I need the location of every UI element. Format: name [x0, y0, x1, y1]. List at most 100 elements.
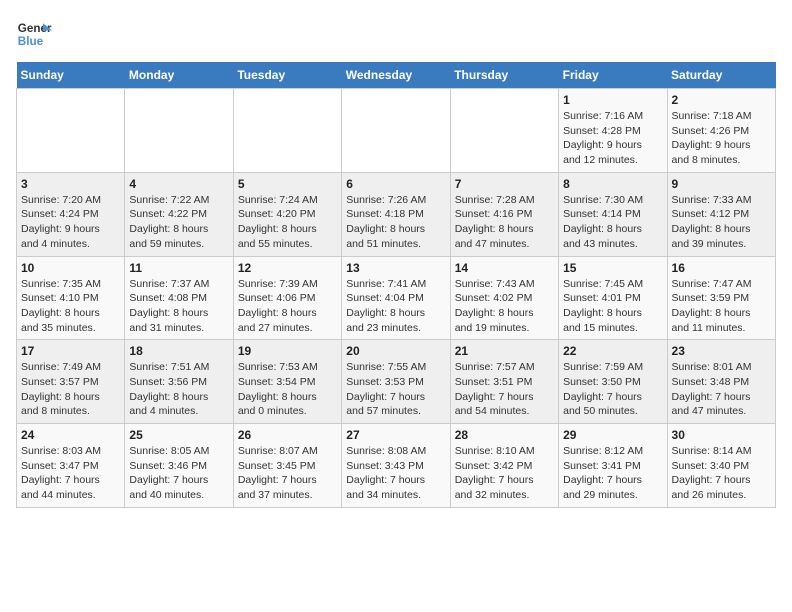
calendar-cell: 13 Sunrise: 7:41 AM Sunset: 4:04 PM Dayli… — [342, 256, 450, 340]
calendar-cell: 27 Sunrise: 8:08 AM Sunset: 3:43 PM Dayli… — [342, 424, 450, 508]
day-info: Sunrise: 8:01 AM Sunset: 3:48 PM Dayligh… — [672, 360, 771, 419]
calendar-cell: 28Sunrise: 8:10 AM Sunset: 3:42 PM Dayli… — [450, 424, 558, 508]
day-info: Sunrise: 7:37 AM Sunset: 4:08 PM Dayligh… — [129, 277, 228, 336]
day-info: Sunrise: 7:28 AM Sunset: 4:16 PM Dayligh… — [455, 193, 554, 252]
day-info: Sunrise: 7:26 AM Sunset: 4:18 PM Dayligh… — [346, 193, 445, 252]
calendar-table: SundayMondayTuesdayWednesdayThursdayFrid… — [16, 62, 776, 508]
calendar-cell: 25Sunrise: 8:05 AM Sunset: 3:46 PM Dayli… — [125, 424, 233, 508]
day-info: Sunrise: 7:24 AM Sunset: 4:20 PM Dayligh… — [238, 193, 337, 252]
week-row-4: 17Sunrise: 7:49 AM Sunset: 3:57 PM Dayli… — [17, 340, 776, 424]
day-number: 8 — [563, 177, 662, 191]
calendar-cell: 17Sunrise: 7:49 AM Sunset: 3:57 PM Dayli… — [17, 340, 125, 424]
day-number: 13 — [346, 261, 445, 275]
day-info: Sunrise: 8:10 AM Sunset: 3:42 PM Dayligh… — [455, 444, 554, 503]
day-number: 25 — [129, 428, 228, 442]
day-info: Sunrise: 7:57 AM Sunset: 3:51 PM Dayligh… — [455, 360, 554, 419]
calendar-cell: 9 Sunrise: 7:33 AM Sunset: 4:12 PM Daylig… — [667, 172, 775, 256]
day-header-sunday: Sunday — [17, 62, 125, 89]
calendar-cell: 12Sunrise: 7:39 AM Sunset: 4:06 PM Dayli… — [233, 256, 341, 340]
day-number: 11 — [129, 261, 228, 275]
day-header-friday: Friday — [559, 62, 667, 89]
day-number: 14 — [455, 261, 554, 275]
header-row: SundayMondayTuesdayWednesdayThursdayFrid… — [17, 62, 776, 89]
day-info: Sunrise: 7:49 AM Sunset: 3:57 PM Dayligh… — [21, 360, 120, 419]
week-row-1: 1 Sunrise: 7:16 AM Sunset: 4:28 PM Daylig… — [17, 89, 776, 173]
day-header-monday: Monday — [125, 62, 233, 89]
day-info: Sunrise: 8:08 AM Sunset: 3:43 PM Dayligh… — [346, 444, 445, 503]
calendar-cell: 2 Sunrise: 7:18 AM Sunset: 4:26 PM Daylig… — [667, 89, 775, 173]
day-number: 4 — [129, 177, 228, 191]
logo: General Blue — [16, 16, 52, 52]
day-info: Sunrise: 7:22 AM Sunset: 4:22 PM Dayligh… — [129, 193, 228, 252]
day-info: Sunrise: 7:33 AM Sunset: 4:12 PM Dayligh… — [672, 193, 771, 252]
day-number: 24 — [21, 428, 120, 442]
day-header-thursday: Thursday — [450, 62, 558, 89]
day-number: 29 — [563, 428, 662, 442]
day-info: Sunrise: 8:07 AM Sunset: 3:45 PM Dayligh… — [238, 444, 337, 503]
day-info: Sunrise: 7:20 AM Sunset: 4:24 PM Dayligh… — [21, 193, 120, 252]
day-info: Sunrise: 7:51 AM Sunset: 3:56 PM Dayligh… — [129, 360, 228, 419]
calendar-cell: 26 Sunrise: 8:07 AM Sunset: 3:45 PM Dayli… — [233, 424, 341, 508]
calendar-cell — [342, 89, 450, 173]
day-number: 18 — [129, 344, 228, 358]
day-number: 21 — [455, 344, 554, 358]
day-number: 23 — [672, 344, 771, 358]
calendar-cell: 3 Sunrise: 7:20 AM Sunset: 4:24 PM Daylig… — [17, 172, 125, 256]
day-number: 9 — [672, 177, 771, 191]
week-row-3: 10 Sunrise: 7:35 AM Sunset: 4:10 PM Dayli… — [17, 256, 776, 340]
day-info: Sunrise: 7:41 AM Sunset: 4:04 PM Dayligh… — [346, 277, 445, 336]
day-number: 22 — [563, 344, 662, 358]
calendar-cell: 10 Sunrise: 7:35 AM Sunset: 4:10 PM Dayli… — [17, 256, 125, 340]
day-number: 26 — [238, 428, 337, 442]
logo-icon: General Blue — [16, 16, 52, 52]
day-header-tuesday: Tuesday — [233, 62, 341, 89]
calendar-cell — [450, 89, 558, 173]
day-info: Sunrise: 7:30 AM Sunset: 4:14 PM Dayligh… — [563, 193, 662, 252]
day-number: 3 — [21, 177, 120, 191]
calendar-cell: 8 Sunrise: 7:30 AM Sunset: 4:14 PM Daylig… — [559, 172, 667, 256]
calendar-cell: 15 Sunrise: 7:45 AM Sunset: 4:01 PM Dayli… — [559, 256, 667, 340]
calendar-cell: 19 Sunrise: 7:53 AM Sunset: 3:54 PM Dayli… — [233, 340, 341, 424]
day-header-saturday: Saturday — [667, 62, 775, 89]
calendar-cell: 14 Sunrise: 7:43 AM Sunset: 4:02 PM Dayli… — [450, 256, 558, 340]
day-info: Sunrise: 7:43 AM Sunset: 4:02 PM Dayligh… — [455, 277, 554, 336]
calendar-cell: 20 Sunrise: 7:55 AM Sunset: 3:53 PM Dayli… — [342, 340, 450, 424]
calendar-cell — [17, 89, 125, 173]
day-number: 1 — [563, 93, 662, 107]
week-row-5: 24 Sunrise: 8:03 AM Sunset: 3:47 PM Dayli… — [17, 424, 776, 508]
day-info: Sunrise: 7:45 AM Sunset: 4:01 PM Dayligh… — [563, 277, 662, 336]
calendar-cell: 21 Sunrise: 7:57 AM Sunset: 3:51 PM Dayli… — [450, 340, 558, 424]
calendar-cell: 16Sunrise: 7:47 AM Sunset: 3:59 PM Dayli… — [667, 256, 775, 340]
calendar-cell: 5Sunrise: 7:24 AM Sunset: 4:20 PM Daylig… — [233, 172, 341, 256]
day-info: Sunrise: 7:16 AM Sunset: 4:28 PM Dayligh… — [563, 109, 662, 168]
day-number: 19 — [238, 344, 337, 358]
calendar-cell: 1 Sunrise: 7:16 AM Sunset: 4:28 PM Daylig… — [559, 89, 667, 173]
day-info: Sunrise: 7:55 AM Sunset: 3:53 PM Dayligh… — [346, 360, 445, 419]
svg-text:Blue: Blue — [18, 35, 44, 48]
week-row-2: 3 Sunrise: 7:20 AM Sunset: 4:24 PM Daylig… — [17, 172, 776, 256]
day-number: 27 — [346, 428, 445, 442]
day-info: Sunrise: 7:53 AM Sunset: 3:54 PM Dayligh… — [238, 360, 337, 419]
day-number: 2 — [672, 93, 771, 107]
day-info: Sunrise: 7:18 AM Sunset: 4:26 PM Dayligh… — [672, 109, 771, 168]
day-number: 10 — [21, 261, 120, 275]
day-number: 30 — [672, 428, 771, 442]
calendar-cell — [233, 89, 341, 173]
day-info: Sunrise: 7:59 AM Sunset: 3:50 PM Dayligh… — [563, 360, 662, 419]
calendar-cell: 24 Sunrise: 8:03 AM Sunset: 3:47 PM Dayli… — [17, 424, 125, 508]
day-info: Sunrise: 8:03 AM Sunset: 3:47 PM Dayligh… — [21, 444, 120, 503]
calendar-cell: 7 Sunrise: 7:28 AM Sunset: 4:16 PM Daylig… — [450, 172, 558, 256]
day-number: 15 — [563, 261, 662, 275]
day-number: 16 — [672, 261, 771, 275]
day-info: Sunrise: 7:39 AM Sunset: 4:06 PM Dayligh… — [238, 277, 337, 336]
day-number: 20 — [346, 344, 445, 358]
calendar-cell: 11 Sunrise: 7:37 AM Sunset: 4:08 PM Dayli… — [125, 256, 233, 340]
day-info: Sunrise: 8:12 AM Sunset: 3:41 PM Dayligh… — [563, 444, 662, 503]
day-info: Sunrise: 7:35 AM Sunset: 4:10 PM Dayligh… — [21, 277, 120, 336]
calendar-cell: 6 Sunrise: 7:26 AM Sunset: 4:18 PM Daylig… — [342, 172, 450, 256]
calendar-cell: 23 Sunrise: 8:01 AM Sunset: 3:48 PM Dayli… — [667, 340, 775, 424]
calendar-cell: 4 Sunrise: 7:22 AM Sunset: 4:22 PM Daylig… — [125, 172, 233, 256]
day-number: 7 — [455, 177, 554, 191]
day-number: 6 — [346, 177, 445, 191]
calendar-cell — [125, 89, 233, 173]
